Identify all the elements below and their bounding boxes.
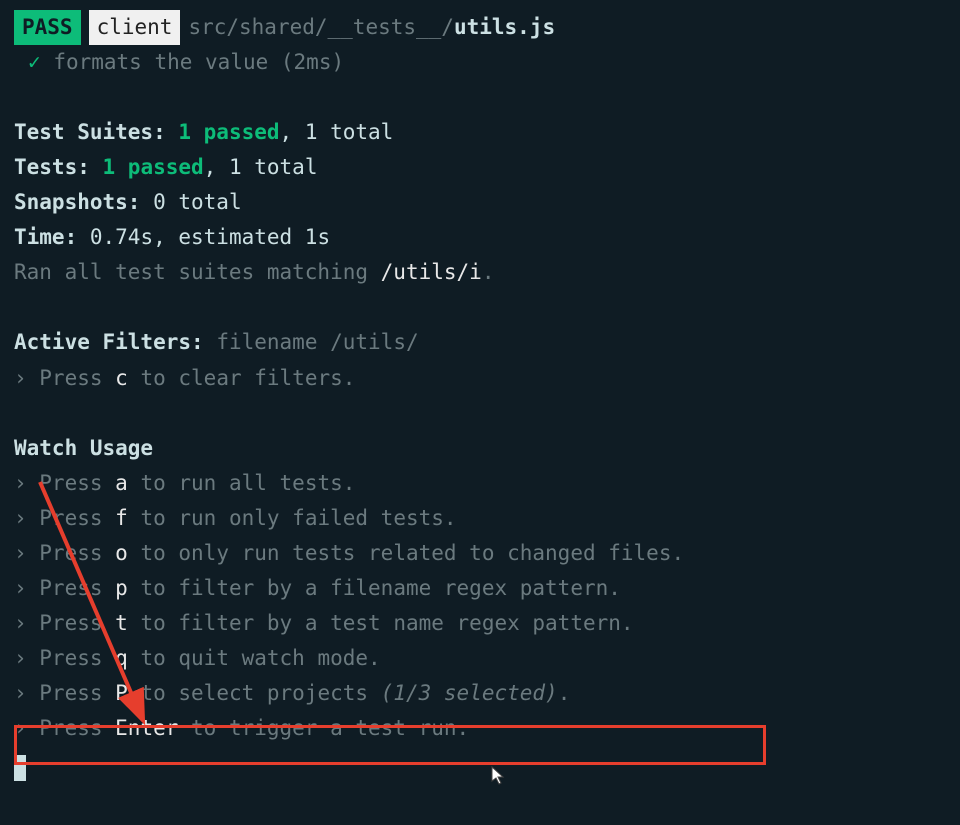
- tests-total: , 1 total: [204, 155, 318, 179]
- key-p: p: [115, 576, 128, 600]
- suites-total: , 1 total: [280, 120, 394, 144]
- suites-label: Test Suites:: [14, 120, 166, 144]
- pass-badge: PASS: [14, 10, 81, 45]
- summary-tests: Tests: 1 passed, 1 total: [14, 150, 946, 185]
- clear-key: c: [115, 366, 128, 390]
- suites-passed: 1 passed: [178, 120, 279, 144]
- ran-prefix: Ran all test suites matching: [14, 260, 381, 284]
- test-file-header: PASS client src/shared/__tests__/utils.j…: [14, 10, 946, 45]
- summary-snapshots: Snapshots: 0 total: [14, 185, 946, 220]
- tests-label: Tests:: [14, 155, 90, 179]
- clear-filters-hint: › Press c to clear filters.: [14, 361, 946, 396]
- terminal-cursor: [14, 755, 26, 781]
- key-capital-p: P: [115, 681, 128, 705]
- path-dir: src/shared/__tests__/: [188, 15, 454, 39]
- watch-usage-line-enter: › Press Enter to trigger a test run.: [14, 711, 946, 746]
- watch-usage-header: Watch Usage: [14, 431, 946, 466]
- key-f: f: [115, 506, 128, 530]
- time-value: 0.74s, estimated 1s: [90, 225, 330, 249]
- clear-prefix: › Press: [14, 366, 115, 390]
- key-o: o: [115, 541, 128, 565]
- test-result-line: ✓ formats the value (2ms): [14, 45, 946, 80]
- active-filters: Active Filters: filename /utils/: [14, 325, 946, 360]
- watch-usage-line-p: › Press p to filter by a filename regex …: [14, 571, 946, 606]
- watch-usage-line-t: › Press t to filter by a test name regex…: [14, 606, 946, 641]
- key-a: a: [115, 471, 128, 495]
- watch-usage-line-q: › Press q to quit watch mode.: [14, 641, 946, 676]
- ran-pattern: /utils/i: [381, 260, 482, 284]
- projects-selected-count: (1/3 selected): [381, 681, 558, 705]
- time-label: Time:: [14, 225, 77, 249]
- watch-usage-line-o: › Press o to only run tests related to c…: [14, 536, 946, 571]
- summary-time: Time: 0.74s, estimated 1s: [14, 220, 946, 255]
- test-file-path: src/shared/__tests__/utils.js: [188, 10, 555, 45]
- active-filters-value: filename /utils/: [216, 330, 418, 354]
- active-filters-label: Active Filters:: [14, 330, 204, 354]
- key-t: t: [115, 611, 128, 635]
- client-badge: client: [89, 10, 181, 45]
- watch-usage-line-capital-p: › Press P to select projects (1/3 select…: [14, 676, 946, 711]
- watch-usage-line-f: › Press f to run only failed tests.: [14, 501, 946, 536]
- tests-passed: 1 passed: [103, 155, 204, 179]
- clear-suffix: to clear filters.: [128, 366, 356, 390]
- summary-ran: Ran all test suites matching /utils/i.: [14, 255, 946, 290]
- key-q: q: [115, 646, 128, 670]
- snapshots-label: Snapshots:: [14, 190, 140, 214]
- test-description: formats the value (2ms): [53, 50, 344, 74]
- summary-test-suites: Test Suites: 1 passed, 1 total: [14, 115, 946, 150]
- key-enter: Enter: [115, 716, 178, 740]
- path-file: utils.js: [454, 15, 555, 39]
- watch-usage-line-a: › Press a to run all tests.: [14, 466, 946, 501]
- cursor-line[interactable]: [14, 746, 946, 781]
- snapshots-value: 0 total: [153, 190, 242, 214]
- ran-suffix: .: [482, 260, 495, 284]
- checkmark-icon: ✓: [28, 50, 41, 74]
